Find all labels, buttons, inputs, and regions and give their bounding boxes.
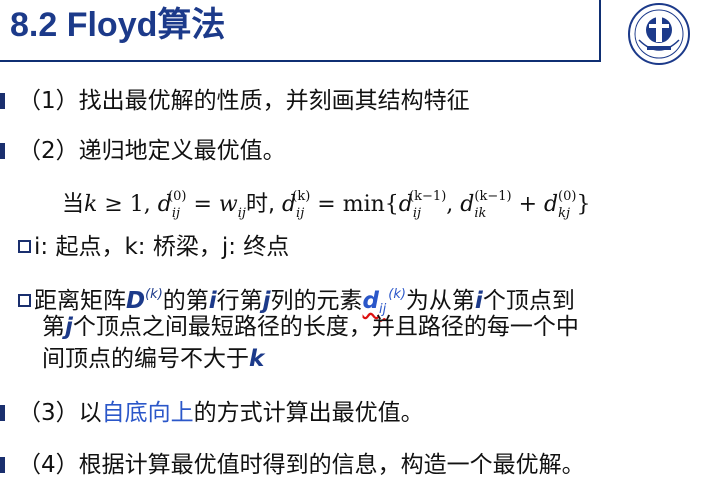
var-k: k [249,346,265,372]
var-j: j [65,314,73,340]
title-divider [599,0,601,62]
formula-sub: ij [412,206,422,221]
formula-shi: 时, [245,192,282,217]
checkbox-bullet-icon [18,294,31,307]
def-matrix-line2: 第j个顶点之间最短路径的长度，并且路径的每一个中 [42,312,579,342]
formula-sup: (k−1) [409,189,447,204]
formula-sup: (0) [168,189,187,204]
matrix-D: D [126,288,146,314]
def-text: 第 [42,314,65,340]
def-i-line: i: 起点，k: 桥梁，j: 终点 [18,232,289,262]
matrix-D-sup: (k) [145,287,163,302]
formula-eq: = [186,192,219,217]
def-matrix-line3: 间顶点的编号不大于k [42,344,264,374]
formula-prefix: 当 [62,192,85,217]
checkbox-bullet-icon [18,240,31,253]
var-j: j [262,288,271,314]
def-text: 间顶点的编号不大于 [42,346,249,372]
formula-lbrace: { [384,192,399,217]
def-text: 的第 [162,288,209,314]
def-text: 个顶点之间最短路径的长度，并且路径的每一个中 [72,314,579,340]
formula-w: w [218,192,238,217]
step1-text: （1）找出最优解的性质，并刻画其结构特征 [18,88,470,114]
formula-sub: ij [171,206,181,221]
formula-sub: ij [296,206,305,221]
def-text: 列的元素 [270,288,363,314]
bullet-icon [0,457,5,473]
formula-eq: = [310,192,343,217]
def-text: 个顶点到 [482,288,575,314]
step3-highlight: 自底向上 [101,400,194,426]
var-i: i [474,288,483,314]
bullet-icon [0,143,5,159]
step3-text: （3）以自底向上的方式计算出最优值。 [18,400,424,426]
formula-rbrace: } [576,192,591,217]
formula-sub: ij [237,206,246,221]
var-i: i [208,288,217,314]
step3-suffix: 的方式计算出最优值。 [193,400,424,426]
university-seal-icon [628,3,690,65]
formula-d: d [544,192,559,217]
def-text: 为从第 [405,288,475,314]
formula-d: d [460,192,475,217]
formula-k: k [84,192,98,217]
formula-sub: kj [558,206,571,221]
element-d-sup: (k) [388,287,406,302]
step2-text: （2）递归地定义最优值。 [18,138,286,164]
formula-comma: , [446,192,461,217]
formula-sup: (k) [292,189,311,204]
bullet-icon [0,93,5,109]
formula-sup: (k−1) [474,189,512,204]
step4-line: （4）根据计算最优值时得到的信息，构造一个最优解。 [0,450,585,480]
formula-sub: ik [474,206,487,221]
def-text: 行第 [216,288,263,314]
step1-line: （1）找出最优解的性质，并刻画其结构特征 [0,86,470,116]
recurrence-formula: 当k ≥ 1, dij(0) = wij时, dij(k) = min{dij(… [62,180,590,231]
title-bar: 8.2 Floyd算法 [0,0,602,60]
step4-text: （4）根据计算最优值时得到的信息，构造一个最优解。 [18,452,585,478]
formula-plus: + [511,192,545,217]
def-i-text: i: 起点，k: 桥梁，j: 终点 [34,234,290,260]
step2-line: （2）递归地定义最优值。 [0,136,286,166]
element-d: d [362,288,380,314]
bullet-icon [0,405,5,421]
formula-min: min [342,192,385,217]
def-text: 距离矩阵 [34,288,126,314]
step3-line: （3）以自底向上的方式计算出最优值。 [0,398,424,428]
step3-prefix: （3）以 [18,400,102,426]
formula-cond: ≥ 1, [97,192,158,217]
title-underline [0,60,600,62]
slide-title: 8.2 Floyd算法 [10,6,226,44]
formula-sup: (0) [558,189,577,204]
